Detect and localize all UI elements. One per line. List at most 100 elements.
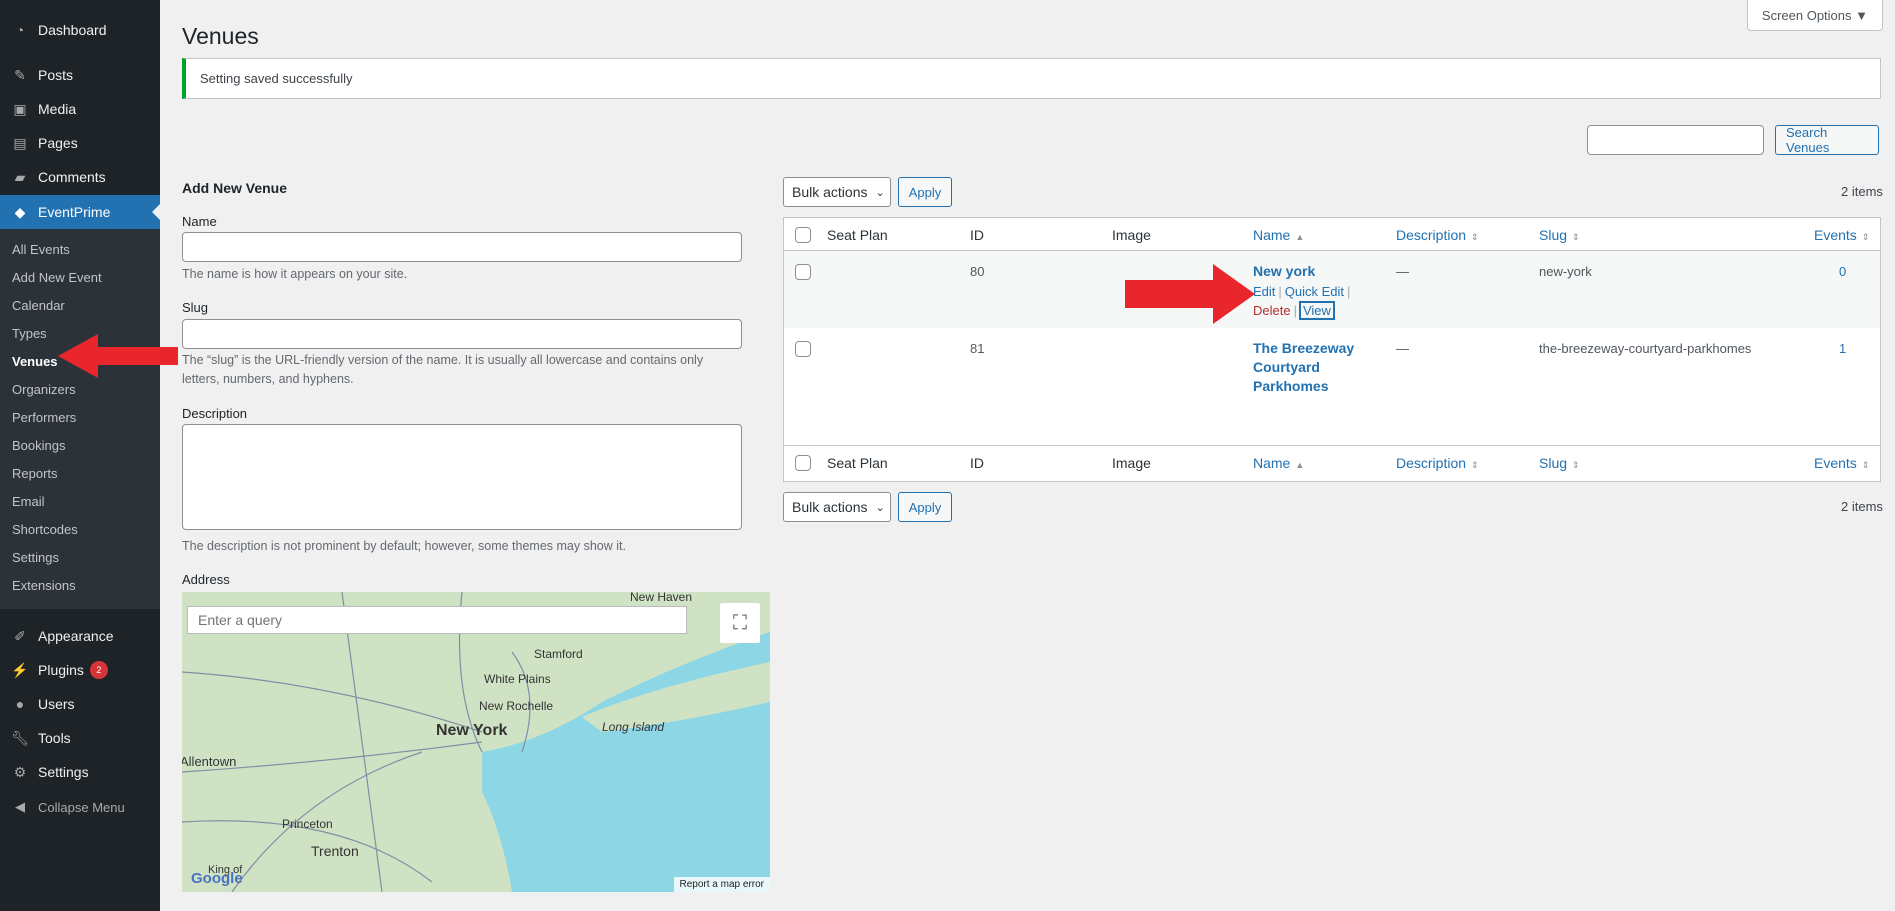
submenu-performers[interactable]: Performers: [12, 410, 76, 425]
menu-settings[interactable]: ⚙ Settings: [0, 755, 160, 789]
column-seat-plan: Seat Plan: [827, 227, 888, 243]
row-name-link[interactable]: The Breezeway Courtyard Parkhomes: [1253, 339, 1354, 396]
map-label-new-haven: New Haven: [630, 592, 693, 604]
submenu-calendar[interactable]: Calendar: [12, 298, 65, 313]
footer-column-events-sort[interactable]: Events ⇕: [1814, 455, 1869, 471]
menu-tools[interactable]: 🔧︎ Tools: [0, 721, 160, 755]
apply-button-top[interactable]: Apply: [898, 177, 952, 207]
map-label-trenton: Trenton: [311, 843, 359, 859]
submenu-email[interactable]: Email: [12, 494, 45, 509]
menu-collapse[interactable]: ◀ Collapse Menu: [0, 790, 160, 824]
submenu-types[interactable]: Types: [12, 326, 47, 341]
row-events-count[interactable]: 0: [1839, 264, 1846, 279]
bulk-actions-select-bottom[interactable]: Bulk actions ⌄: [783, 492, 891, 522]
menu-eventprime[interactable]: ◆ EventPrime: [0, 195, 160, 229]
footer-column-seat-plan: Seat Plan: [827, 455, 888, 471]
wrench-icon: 🔧︎: [11, 729, 29, 746]
row-action-quick-edit[interactable]: Quick Edit: [1285, 284, 1344, 299]
footer-column-name-sort[interactable]: Name ▲: [1253, 455, 1304, 471]
table-header: [784, 218, 1880, 251]
map-search-input[interactable]: Enter a query: [187, 606, 687, 634]
main-content: Venues Screen Options ▼ Setting saved su…: [160, 0, 1895, 911]
search-input[interactable]: [1587, 125, 1764, 155]
menu-users[interactable]: ● Users: [0, 687, 160, 721]
menu-comments[interactable]: ▰ Comments: [0, 160, 160, 194]
sort-asc-icon: ▲: [1295, 232, 1305, 242]
plugin-icon: ⚡: [11, 661, 29, 678]
screen-options-button[interactable]: Screen Options ▼: [1746, 0, 1883, 31]
column-image: Image: [1112, 227, 1151, 243]
menu-media[interactable]: ▣ Media: [0, 92, 160, 126]
row-actions-line1: Edit | Quick Edit |: [1253, 284, 1351, 299]
map-label-princeton: Princeton: [282, 817, 333, 831]
map-report-error-link[interactable]: Report a map error: [673, 877, 770, 892]
name-field[interactable]: [182, 232, 742, 262]
sort-icon: ⇕: [1471, 232, 1479, 242]
map-label-stamford: Stamford: [534, 647, 583, 661]
slug-description-line2: letters, numbers, and hyphens.: [182, 372, 354, 386]
map-label-allentown: Allentown: [182, 754, 237, 769]
select-all-checkbox-bottom[interactable]: [795, 455, 811, 471]
pin-icon: ✎: [14, 66, 26, 83]
row-id: 80: [970, 264, 985, 279]
submenu-extensions[interactable]: Extensions: [12, 578, 76, 593]
users-icon: ●: [15, 696, 25, 712]
row-action-edit[interactable]: Edit: [1253, 284, 1275, 299]
description-textarea[interactable]: [182, 424, 742, 530]
items-count-top: 2 items: [1841, 184, 1883, 199]
slug-field[interactable]: [182, 319, 742, 349]
name-description: The name is how it appears on your site.: [182, 267, 408, 281]
column-id: ID: [970, 227, 984, 243]
submenu-organizers[interactable]: Organizers: [12, 382, 76, 397]
submenu-bookings[interactable]: Bookings: [12, 438, 65, 453]
bulk-actions-select-top[interactable]: Bulk actions ⌄: [783, 177, 891, 207]
media-icon: ▣: [13, 100, 27, 117]
search-venues-button[interactable]: Search Venues: [1775, 125, 1879, 155]
submenu-settings[interactable]: Settings: [12, 550, 59, 565]
row-name-link[interactable]: New york: [1253, 262, 1315, 281]
submenu-shortcodes[interactable]: Shortcodes: [12, 522, 78, 537]
submenu-all-events[interactable]: All Events: [12, 242, 70, 257]
menu-dashboard[interactable]: ◔ Dashboard: [0, 13, 160, 47]
column-events-sort[interactable]: Events ⇕: [1814, 227, 1869, 243]
sort-icon: ⇕: [1572, 232, 1580, 242]
google-logo: Google: [191, 870, 243, 887]
address-map[interactable]: New Haven Stamford White Plains New Roch…: [182, 592, 770, 892]
row-description: —: [1396, 264, 1409, 279]
submenu-venues[interactable]: Venues: [12, 354, 58, 369]
sort-icon: ⇕: [1572, 460, 1580, 470]
menu-posts[interactable]: ✎ Posts: [0, 58, 160, 92]
settings-icon: ⚙: [13, 763, 27, 780]
sort-icon: ⇕: [1861, 460, 1870, 470]
row-actions-line2: Delete | View: [1253, 302, 1334, 319]
row-checkbox[interactable]: [795, 264, 811, 280]
footer-column-image: Image: [1112, 455, 1151, 471]
notice-text: Setting saved successfully: [200, 71, 353, 86]
brush-icon: ✐: [14, 627, 26, 644]
submenu-reports[interactable]: Reports: [12, 466, 58, 481]
pages-icon: ▤: [13, 134, 27, 151]
column-name-sort[interactable]: Name ▲: [1253, 227, 1304, 243]
apply-button-bottom[interactable]: Apply: [898, 492, 952, 522]
fullscreen-icon[interactable]: ⛶: [720, 603, 760, 643]
submenu-add-new-event[interactable]: Add New Event: [12, 270, 102, 285]
row-events-count[interactable]: 1: [1839, 341, 1846, 356]
menu-appearance[interactable]: ✐ Appearance: [0, 619, 160, 653]
row-action-delete[interactable]: Delete: [1253, 303, 1291, 318]
footer-column-description-sort[interactable]: Description ⇕: [1396, 455, 1479, 471]
column-description-sort[interactable]: Description ⇕: [1396, 227, 1479, 243]
map-label-new-york: New York: [436, 722, 508, 739]
menu-plugins[interactable]: ⚡ Plugins 2: [0, 653, 160, 687]
select-all-checkbox-top[interactable]: [795, 227, 811, 243]
footer-column-slug-sort[interactable]: Slug ⇕: [1539, 455, 1580, 471]
page-title: Venues: [182, 23, 259, 49]
comment-icon: ▰: [14, 168, 26, 185]
row-checkbox[interactable]: [795, 341, 811, 357]
column-slug-sort[interactable]: Slug ⇕: [1539, 227, 1580, 243]
menu-pages[interactable]: ▤ Pages: [0, 126, 160, 160]
ticket-icon: ◆: [14, 203, 26, 220]
dashboard-icon: ◔: [15, 22, 25, 38]
row-action-view[interactable]: View: [1299, 302, 1334, 319]
row-description: —: [1396, 341, 1409, 356]
address-label: Address: [182, 572, 230, 587]
